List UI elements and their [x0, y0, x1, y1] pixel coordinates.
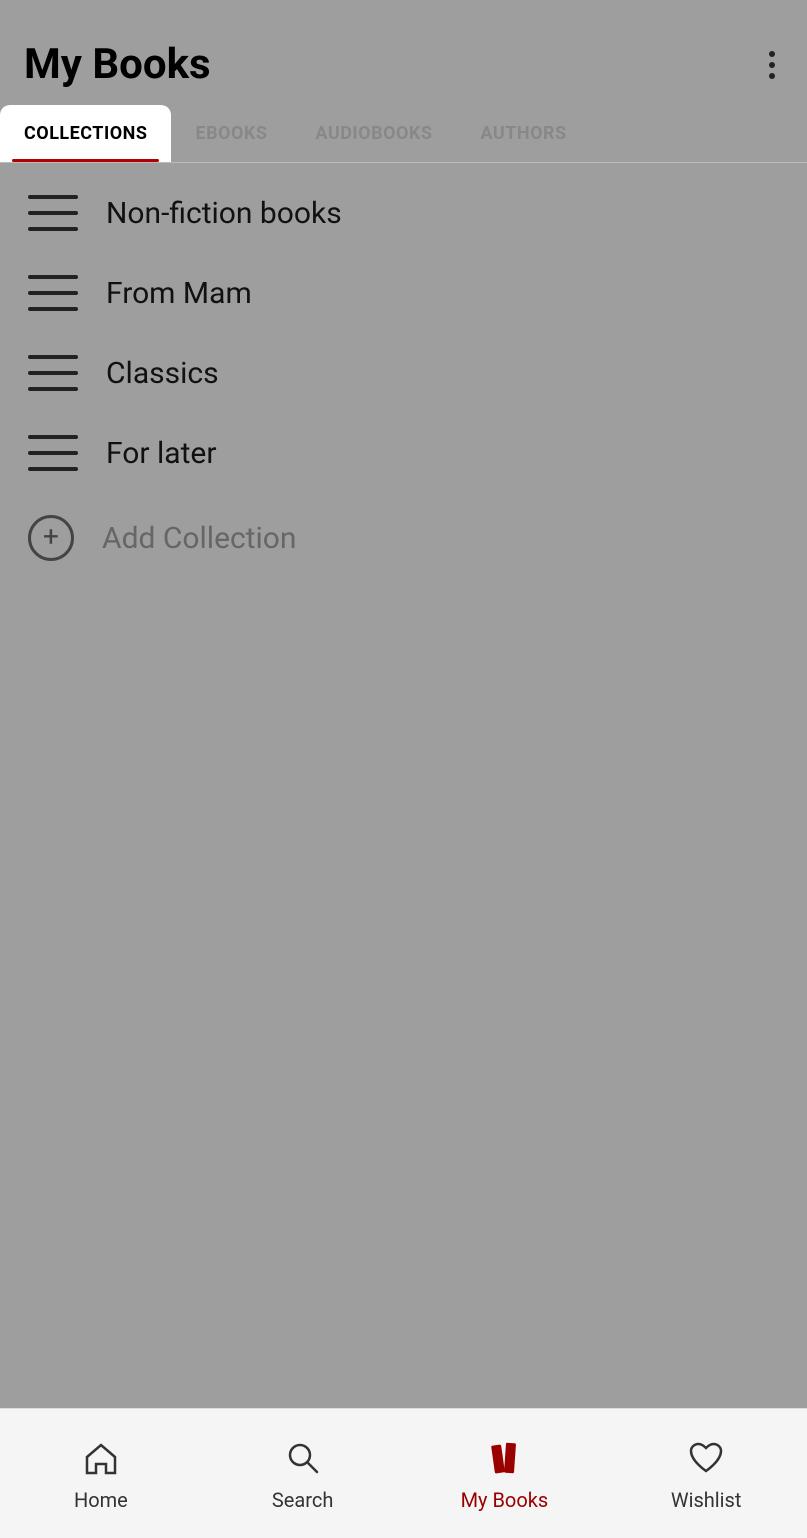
nav-label-mybooks: My Books	[461, 1488, 549, 1512]
header: My Books	[0, 0, 807, 105]
hamburger-icon	[28, 355, 78, 391]
home-icon	[79, 1436, 123, 1480]
collection-item-1[interactable]: Non-fiction books	[0, 173, 807, 253]
hamburger-icon	[28, 435, 78, 471]
tab-ebooks[interactable]: EBOOKS	[171, 105, 291, 162]
nav-item-search[interactable]: Search	[202, 1436, 404, 1512]
tab-audiobooks[interactable]: AUDIOBOOKS	[291, 105, 456, 162]
heart-icon	[684, 1436, 728, 1480]
nav-label-home: Home	[74, 1488, 128, 1512]
hamburger-icon	[28, 195, 78, 231]
tab-authors[interactable]: AUTHORS	[456, 105, 590, 162]
more-options-button[interactable]	[761, 43, 783, 87]
search-icon	[281, 1436, 325, 1480]
collection-name: From Mam	[106, 276, 252, 311]
add-circle-icon	[28, 515, 74, 561]
nav-item-home[interactable]: Home	[0, 1436, 202, 1512]
collection-name: Classics	[106, 356, 219, 391]
page-title: My Books	[24, 40, 211, 89]
tab-collections[interactable]: COLLECTIONS	[0, 105, 171, 162]
add-collection-label: Add Collection	[102, 521, 296, 556]
nav-label-wishlist: Wishlist	[671, 1488, 742, 1512]
add-collection-button[interactable]: Add Collection	[0, 493, 807, 583]
collection-item-3[interactable]: Classics	[0, 333, 807, 413]
bottom-navigation: Home Search My Books Wishlist	[0, 1408, 807, 1538]
collection-name: Non-fiction books	[106, 196, 342, 231]
collection-item-4[interactable]: For later	[0, 413, 807, 493]
tabs-bar: COLLECTIONS EBOOKS AUDIOBOOKS AUTHORS	[0, 105, 807, 163]
mybooks-icon	[482, 1436, 526, 1480]
nav-item-wishlist[interactable]: Wishlist	[605, 1436, 807, 1512]
nav-label-search: Search	[272, 1488, 333, 1512]
collection-item-2[interactable]: From Mam	[0, 253, 807, 333]
hamburger-icon	[28, 275, 78, 311]
nav-item-mybooks[interactable]: My Books	[404, 1436, 606, 1512]
collections-list: Non-fiction books From Mam Classics For …	[0, 163, 807, 593]
collection-name: For later	[106, 436, 217, 471]
